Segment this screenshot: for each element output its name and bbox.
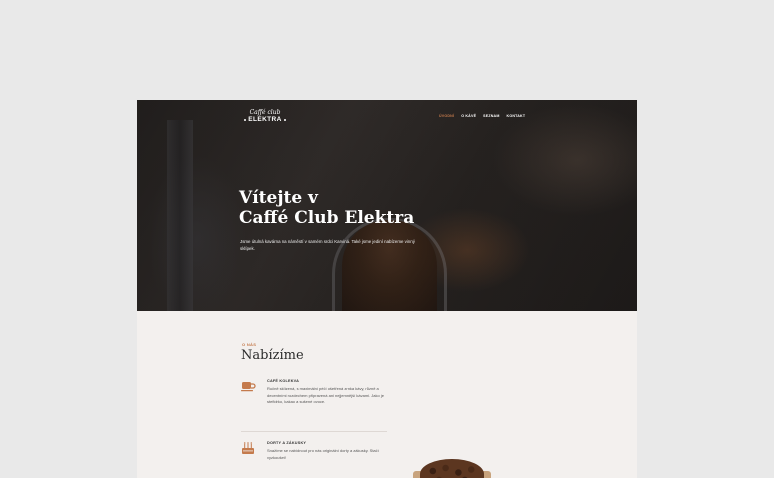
logo-dot-left [244,119,247,121]
cake-icon [241,441,256,455]
nav-item-o-kave[interactable]: O KÁVĚ [461,114,476,118]
offer-item-description: Snažíme se nabídnout pro nás originální … [267,448,379,460]
nav-item-seznam[interactable]: SEZNAM [483,114,499,118]
offer-item-text: DORTY A ZÁKUSKY Snažíme se nabídnout pro… [267,441,387,461]
offer-divider [241,431,387,432]
site-logo[interactable]: Caffé club ELEKTRA [241,109,289,124]
coffee-cup-icon [241,379,256,393]
section-title: Nabízíme [241,348,304,363]
section-eyebrow: O NÁS [242,342,257,347]
coffee-beans-image [420,459,484,478]
offer-item-description: Ručně sklízená, s maximální péčí ošetřen… [267,386,384,404]
nav-item-kontakt[interactable]: KONTAKT [507,114,526,118]
logo-wordmark: ELEKTRA [241,116,289,124]
hero-description: Jsme útulná kavárna na náměstí v samém s… [240,239,415,251]
offer-item-title: DORTY A ZÁKUSKY [267,441,307,445]
nav-item-uvodni[interactable]: ÚVODNÍ [439,114,454,118]
logo-dot-right [283,119,286,121]
hero-title-line-1: Vítejte v [239,188,318,208]
offer-item-text: CAFÉ KOLEKVA Ručně sklízená, s maximální… [267,379,387,406]
website-preview: Caffé club ELEKTRA ÚVODNÍ O KÁVĚ SEZNAM … [137,100,637,478]
offer-item-title: CAFÉ KOLEKVA [267,379,300,383]
hero-title-line-2: Caffé Club Elektra [239,208,415,228]
logo-script-text: Caffé club [249,109,281,116]
hero-section: Caffé club ELEKTRA ÚVODNÍ O KÁVĚ SEZNAM … [137,100,637,311]
main-nav: ÚVODNÍ O KÁVĚ SEZNAM KONTAKT [439,114,525,118]
hero-title: Vítejte v Caffé Club Elektra [239,188,414,228]
logo-name: ELEKTRA [248,116,282,123]
about-section: O NÁS Nabízíme CAFÉ KOLEKVA Ručně sklíze… [137,311,637,478]
